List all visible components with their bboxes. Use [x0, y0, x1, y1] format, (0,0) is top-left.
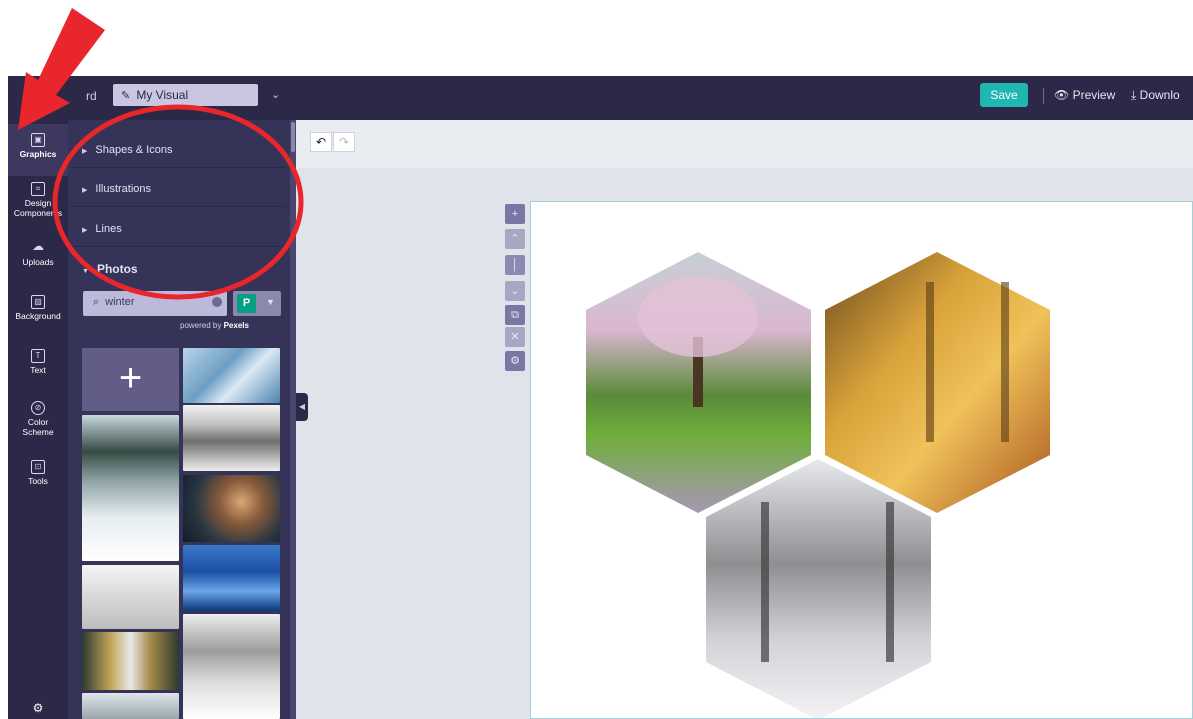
design-components-icon: ⌗	[31, 182, 45, 196]
delete-icon[interactable]: ✕	[505, 327, 525, 347]
rail-item-tools[interactable]: ⊡ Tools	[8, 460, 68, 486]
download-icon: ⤓	[1131, 88, 1137, 102]
rail-item-text[interactable]: T Text	[8, 349, 68, 375]
download-label: Downlo	[1139, 88, 1180, 102]
photo-thumbnail[interactable]	[183, 348, 280, 403]
preview-label: Preview	[1072, 88, 1116, 102]
photo-thumbnail[interactable]	[183, 405, 280, 471]
chevron-down-icon[interactable]: ⌄	[271, 88, 280, 101]
add-photo-button[interactable]: +	[82, 348, 179, 411]
download-button[interactable]: ⤓ Downlo	[1131, 88, 1180, 103]
background-icon: ▨	[31, 295, 45, 309]
rail-label: Uploads	[22, 257, 54, 267]
duplicate-icon[interactable]: ⧉	[505, 305, 525, 325]
page-indicator-icon[interactable]: │	[505, 255, 525, 275]
move-down-icon[interactable]: ⌄	[505, 281, 525, 301]
photo-thumbnail[interactable]	[183, 614, 280, 719]
text-icon: T	[31, 349, 45, 363]
redo-button[interactable]: ↷	[333, 132, 355, 152]
divider	[1043, 88, 1044, 104]
hexagon-photo-winter[interactable]	[706, 459, 931, 718]
canvas-toolbar	[296, 120, 1193, 168]
rail-label: Color Scheme	[22, 417, 54, 437]
photo-thumbnail[interactable]	[82, 632, 179, 690]
red-circle-annotation	[52, 104, 304, 300]
eye-icon: 👁	[1054, 88, 1070, 102]
design-canvas[interactable]	[530, 201, 1193, 719]
photo-thumbnail[interactable]	[82, 565, 179, 629]
photo-thumbnail[interactable]	[82, 415, 179, 561]
collapse-panel-button[interactable]: ◀	[296, 393, 308, 421]
visual-title: My Visual	[136, 88, 189, 102]
help-icon[interactable]: ⚙	[8, 702, 68, 714]
cloud-upload-icon: ☁	[32, 239, 44, 253]
rail-label: Tools	[28, 476, 48, 486]
visual-title-field[interactable]: ✎ My Visual	[113, 84, 258, 106]
hexagon-photo-autumn[interactable]	[825, 252, 1050, 513]
rail-label: Text	[30, 365, 46, 375]
photo-thumbnail[interactable]	[183, 475, 280, 542]
hexagon-collage	[586, 252, 1050, 718]
toolbox-icon: ⊡	[31, 460, 45, 474]
save-button[interactable]: Save	[980, 83, 1028, 107]
rail-label: Background	[15, 311, 61, 321]
settings-icon[interactable]: ⚙	[505, 351, 525, 371]
add-page-button[interactable]: +	[505, 204, 525, 224]
rail-item-color-scheme[interactable]: ⊘ Color Scheme	[8, 401, 68, 437]
photo-thumbnail[interactable]	[82, 693, 179, 719]
powered-brand: Pexels	[223, 321, 249, 330]
powered-by-label: powered by Pexels	[180, 321, 249, 330]
palette-icon: ⊘	[31, 401, 45, 415]
move-up-icon[interactable]: ⌃	[505, 229, 525, 249]
preview-button[interactable]: 👁 Preview	[1054, 88, 1115, 102]
photo-thumbnail[interactable]	[183, 545, 280, 611]
powered-prefix: powered by	[180, 321, 222, 330]
undo-button[interactable]: ↶	[310, 132, 332, 152]
